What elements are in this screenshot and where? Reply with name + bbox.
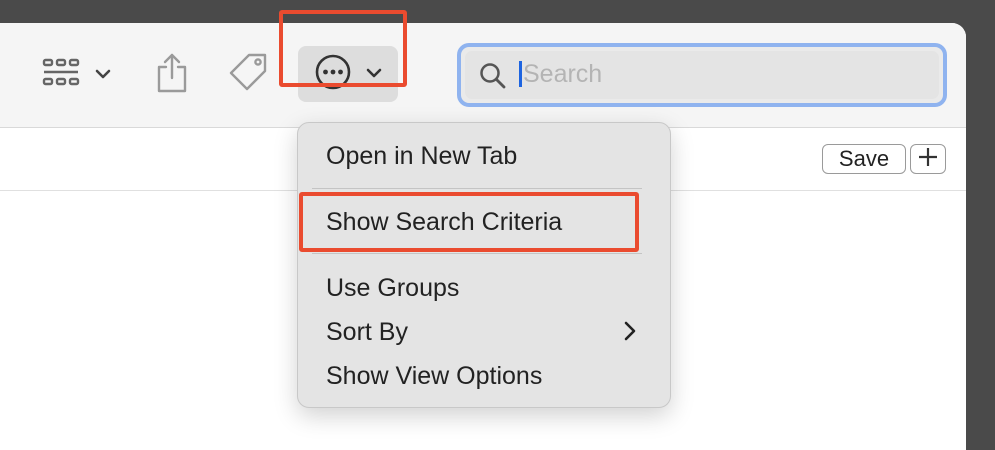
share-icon [155, 53, 189, 98]
chevron-down-icon [95, 66, 111, 84]
view-options-button[interactable] [36, 55, 116, 95]
more-actions-menu: Open in New Tab Show Search Criteria Use… [297, 122, 671, 408]
chevron-down-icon [366, 65, 382, 83]
menu-item-show-search-criteria[interactable]: Show Search Criteria [326, 207, 562, 237]
tag-icon [227, 53, 269, 98]
toolbar [0, 23, 966, 128]
search-input[interactable] [523, 57, 883, 91]
menu-item-sort-by[interactable]: Sort By [326, 317, 408, 347]
more-actions-button[interactable] [298, 46, 398, 102]
magnifying-glass-icon [479, 62, 507, 95]
menu-item-show-view-options[interactable]: Show View Options [326, 361, 542, 391]
tag-button[interactable] [224, 53, 272, 97]
grid-view-icon [41, 56, 81, 95]
menu-item-use-groups[interactable]: Use Groups [326, 273, 459, 303]
text-caret [519, 61, 522, 87]
menu-separator [312, 253, 642, 254]
ellipsis-circle-icon [314, 53, 352, 96]
chevron-right-icon [624, 321, 636, 346]
menu-item-open-in-new-tab[interactable]: Open in New Tab [326, 141, 517, 171]
menu-separator [312, 188, 642, 189]
search-field[interactable] [457, 43, 947, 107]
save-search-button[interactable]: Save [822, 144, 906, 174]
share-button[interactable] [150, 53, 194, 97]
search-field-inner [465, 51, 939, 99]
plus-icon [917, 146, 939, 173]
add-criteria-button[interactable] [910, 144, 946, 174]
